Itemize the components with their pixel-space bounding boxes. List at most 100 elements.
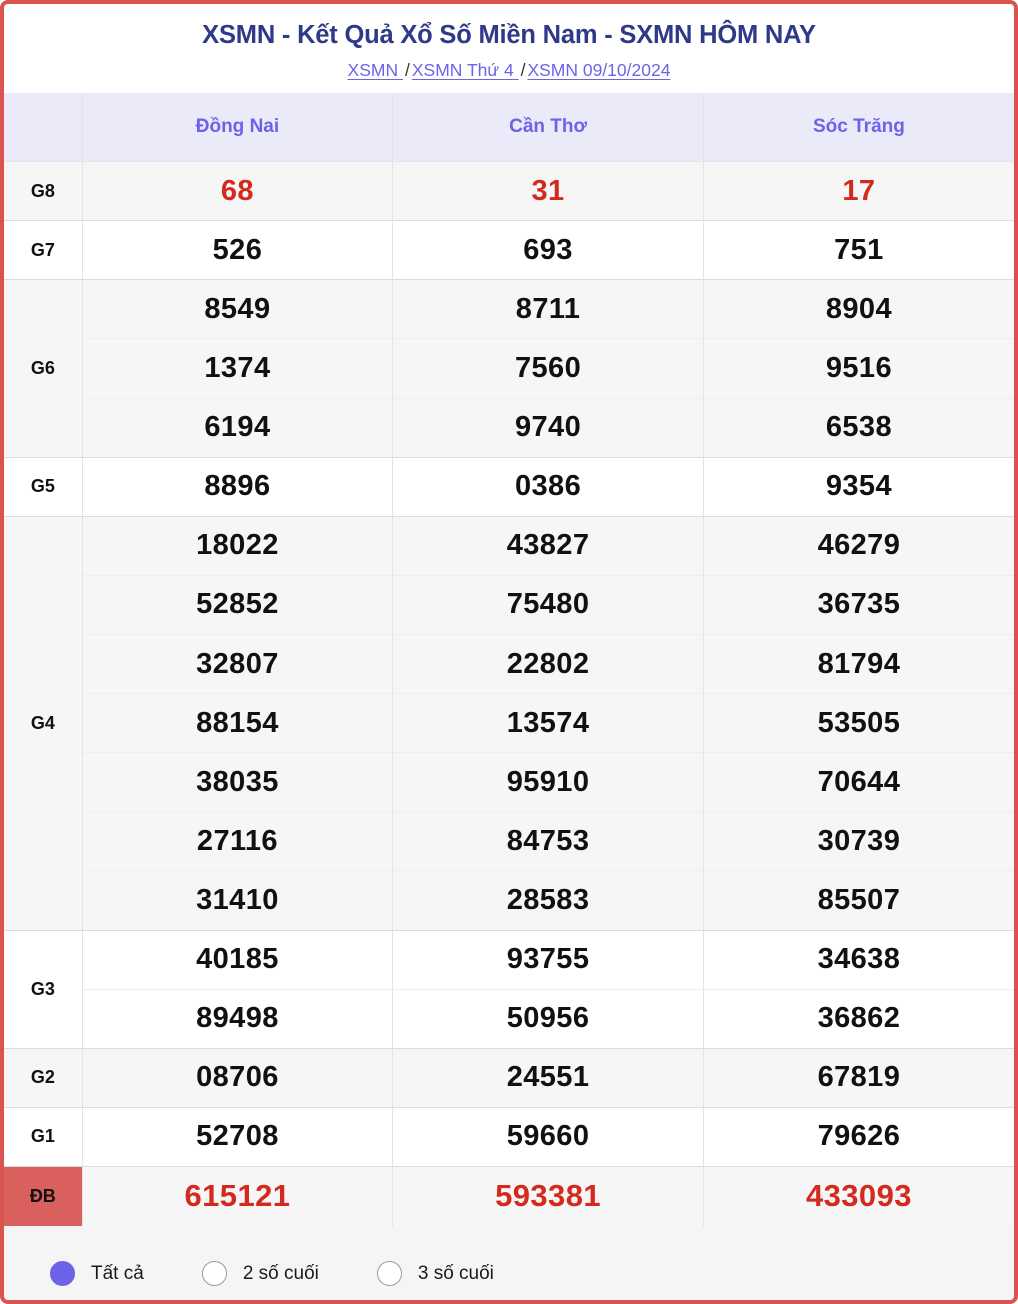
breadcrumb-link-date[interactable]: XSMN 09/10/2024 — [527, 60, 670, 80]
prize-number: 30739 — [703, 811, 1014, 871]
prize-number: 8896 — [82, 456, 394, 517]
prize-label-g6: G6 — [4, 279, 83, 458]
prize-label-g4: G4 — [4, 515, 83, 930]
table-row: 6194 9740 6538 — [4, 397, 1014, 458]
prize-number: 68 — [82, 161, 394, 221]
prize-label-g3: G3 — [4, 929, 83, 1049]
prize-number: 693 — [392, 220, 704, 280]
province-header-can-tho[interactable]: Cần Thơ — [392, 93, 704, 163]
prize-number: 27116 — [82, 811, 394, 871]
prize-number: 751 — [703, 220, 1014, 280]
prize-label-g2: G2 — [4, 1047, 83, 1108]
prize-label-g1: G1 — [4, 1106, 83, 1167]
table-row: 38035 95910 70644 — [4, 752, 1014, 812]
prize-number: 22802 — [392, 633, 704, 694]
prize-number: 59660 — [392, 1106, 704, 1167]
prize-label-g8: G8 — [4, 161, 83, 221]
filter-label-all: Tất cả — [91, 1262, 144, 1284]
results-table: Đồng Nai Cần Thơ Sóc Trăng G8 68 31 17 G7 526… — [4, 93, 1014, 1226]
prize-number: 18022 — [82, 515, 394, 576]
prize-number: 433093 — [703, 1165, 1014, 1226]
province-header-dong-nai[interactable]: Đồng Nai — [82, 93, 394, 163]
table-row: 52852 75480 36735 — [4, 574, 1014, 635]
prize-number: 31 — [392, 161, 704, 221]
radio-icon-last-3[interactable] — [376, 1261, 402, 1287]
prize-number: 13574 — [392, 693, 704, 753]
prize-number: 43827 — [392, 515, 704, 576]
table-row: G7 526 693 751 — [4, 220, 1014, 280]
table-body: G8 68 31 17 G7 526 693 751 G6 8549 8711 8904 1374 756… — [4, 161, 1014, 1226]
filter-option-all[interactable]: Tất cả — [50, 1261, 144, 1287]
prize-number: 9354 — [703, 456, 1014, 517]
radio-icon-all[interactable] — [50, 1261, 75, 1287]
filter-option-last-2[interactable]: 2 số cuối — [201, 1261, 319, 1287]
table-row: 88154 13574 53505 — [4, 693, 1014, 753]
prize-number: 9516 — [703, 338, 1014, 399]
prize-label-đb: ĐB — [4, 1165, 83, 1226]
prize-number: 32807 — [82, 633, 394, 694]
prize-number: 526 — [82, 220, 394, 280]
prize-number: 8904 — [703, 279, 1014, 339]
breadcrumb: XSMN / XSMN Thứ 4 /XSMN 09/10/2024 — [4, 60, 1014, 81]
table-row: G6 8549 8711 8904 — [4, 279, 1014, 458]
filter-label-last-3: 3 số cuối — [417, 1262, 494, 1284]
prize-number: 8549 — [82, 279, 394, 339]
prize-number: 88154 — [82, 693, 394, 753]
prize-number: 93755 — [392, 929, 704, 990]
prize-number: 70644 — [703, 752, 1014, 812]
prize-number: 75480 — [392, 574, 704, 635]
breadcrumb-link-xsmn[interactable]: XSMN — [348, 60, 403, 80]
table-row: G2 08706 24551 67819 — [4, 1047, 1014, 1108]
prize-number: 40185 — [82, 929, 394, 990]
prize-number: 84753 — [392, 811, 704, 871]
table-row: 31410 28583 85507 — [4, 870, 1014, 930]
prize-number: 1374 — [82, 338, 394, 399]
table-row: G3 40185 93755 34638 — [4, 929, 1014, 1049]
prize-number: 34638 — [703, 929, 1014, 990]
prize-number: 615121 — [82, 1165, 394, 1226]
table-row: G1 52708 59660 79626 — [4, 1106, 1014, 1167]
prize-number: 24551 — [392, 1047, 704, 1108]
table-row: 1374 7560 9516 — [4, 338, 1014, 399]
prize-number: 36862 — [703, 988, 1014, 1049]
prize-number: 81794 — [703, 633, 1014, 694]
lottery-result-card: XSMN - Kết Quả Xổ Số Miền Nam - SXMN HÔM… — [0, 0, 1018, 1304]
prize-column-header — [4, 93, 83, 163]
prize-number: 28583 — [392, 870, 704, 930]
prize-number: 8711 — [392, 279, 704, 339]
prize-number: 50956 — [392, 988, 704, 1049]
filter-option-last-3[interactable]: 3 số cuối — [376, 1261, 494, 1287]
prize-number: 67819 — [703, 1047, 1014, 1108]
filter-label-last-2: 2 số cuối — [242, 1262, 319, 1284]
card-header: XSMN - Kết Quả Xổ Số Miền Nam - SXMN HÔM… — [4, 4, 1014, 94]
prize-number: 53505 — [703, 693, 1014, 753]
prize-number: 36735 — [703, 574, 1014, 635]
breadcrumb-link-weekday[interactable]: XSMN Thứ 4 — [412, 60, 519, 80]
table-row: G5 8896 0386 9354 — [4, 456, 1014, 517]
prize-number: 85507 — [703, 870, 1014, 930]
table-row: G8 68 31 17 — [4, 161, 1014, 221]
province-header-soc-trang[interactable]: Sóc Trăng — [703, 93, 1014, 163]
filter-bar: Tất cả 2 số cuối 3 số cuối — [4, 1225, 1014, 1300]
prize-number: 08706 — [82, 1047, 394, 1108]
prize-number: 7560 — [392, 338, 704, 399]
breadcrumb-separator-1: / — [404, 60, 410, 81]
prize-number: 89498 — [82, 988, 394, 1049]
table-header: Đồng Nai Cần Thơ Sóc Trăng — [4, 93, 1014, 163]
prize-number: 6538 — [703, 397, 1014, 458]
page-title: XSMN - Kết Quả Xổ Số Miền Nam - SXMN HÔM… — [202, 21, 816, 49]
prize-number: 17 — [703, 161, 1014, 221]
prize-number: 6194 — [82, 397, 394, 458]
prize-number: 52708 — [82, 1106, 394, 1167]
province-header-row: Đồng Nai Cần Thơ Sóc Trăng — [4, 93, 1014, 163]
prize-label-g7: G7 — [4, 220, 83, 280]
radio-icon-last-2[interactable] — [201, 1261, 227, 1287]
table-row: G4 18022 43827 46279 — [4, 515, 1014, 930]
prize-number: 79626 — [703, 1106, 1014, 1167]
table-row: 89498 50956 36862 — [4, 988, 1014, 1049]
prize-number: 593381 — [392, 1165, 704, 1226]
table-row: ĐB 615121 593381 433093 — [4, 1165, 1014, 1226]
table-row: 32807 22802 81794 — [4, 633, 1014, 694]
prize-number: 0386 — [392, 456, 704, 517]
prize-number: 38035 — [82, 752, 394, 812]
